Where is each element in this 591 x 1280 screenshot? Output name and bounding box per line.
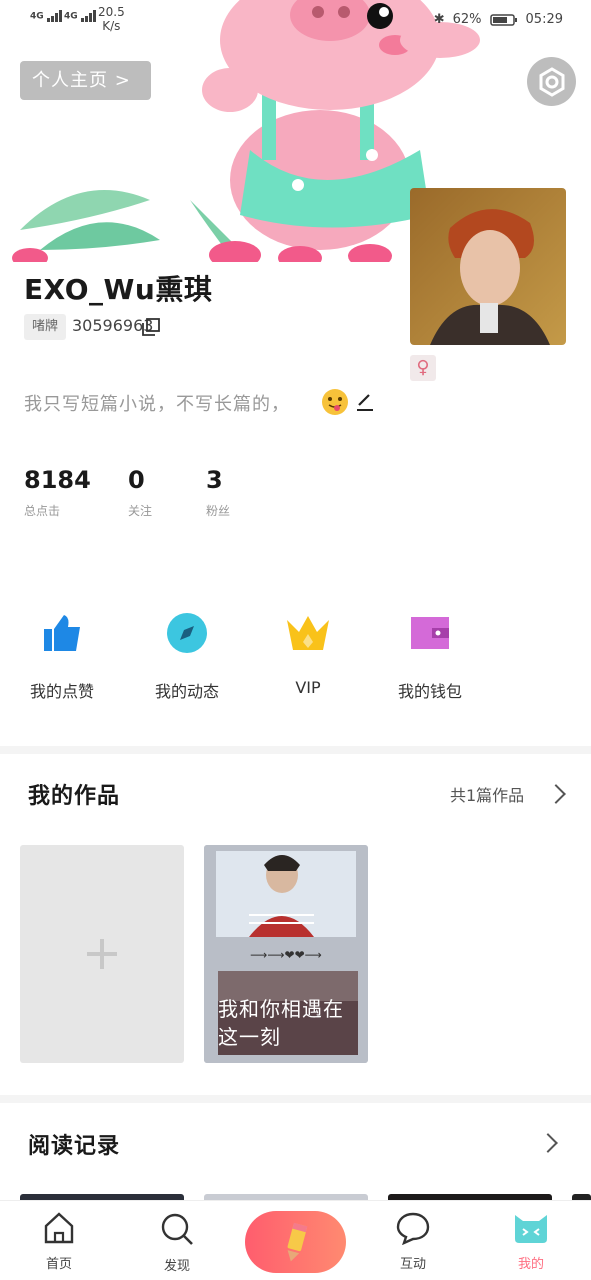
tab-interaction[interactable]: 互动: [378, 1211, 448, 1272]
edit-icon[interactable]: [356, 392, 374, 412]
compass-icon: [167, 613, 207, 653]
stat-value: 3: [206, 466, 223, 494]
reading-section-title: 阅读记录: [28, 1134, 121, 1159]
tab-label: 互动: [399, 1257, 426, 1272]
tab-label: 发现: [163, 1259, 190, 1274]
stat-label: 粉丝: [206, 504, 231, 518]
tongue-emoji-icon: [322, 389, 348, 415]
shortcut-vip[interactable]: VIP: [263, 610, 353, 697]
tab-discover[interactable]: 发现: [142, 1211, 212, 1274]
shortcut-my-activity[interactable]: 我的动态: [142, 610, 232, 702]
tab-home[interactable]: 首页: [24, 1211, 94, 1272]
search-icon: [161, 1213, 193, 1245]
works-count-link[interactable]: 共1篇作品: [450, 782, 524, 806]
shortcut-label: VIP: [295, 678, 321, 697]
user-tag: 啫牌: [24, 314, 66, 340]
home-icon: [44, 1212, 74, 1244]
stat-label: 总点击: [24, 504, 61, 518]
shortcut-my-wallet[interactable]: 我的钱包: [385, 610, 475, 702]
tab-label: 首页: [45, 1257, 72, 1272]
settings-button[interactable]: [527, 57, 576, 106]
section-divider: [0, 1095, 591, 1103]
bio-text: 我只写短篇小说，不写长篇的，: [24, 394, 290, 415]
signal-icon-2: 4G: [64, 10, 97, 22]
stat-total-clicks[interactable]: 8184 总点击: [24, 466, 91, 519]
stat-value: 8184: [24, 466, 91, 494]
cat-face-icon: [515, 1215, 547, 1243]
crown-icon: [287, 616, 329, 650]
shortcut-label: 我的钱包: [397, 682, 462, 701]
speed-unit: K/s: [102, 19, 121, 33]
stat-label: 关注: [128, 504, 153, 518]
pencil-icon: [287, 1222, 307, 1262]
bluetooth-icon: ✱: [433, 12, 445, 27]
section-divider: [0, 746, 591, 754]
signal-icon: 4G: [30, 10, 63, 22]
works-section-title: 我的作品: [28, 784, 121, 809]
chevron-right-icon[interactable]: [538, 1133, 558, 1153]
personal-homepage-button[interactable]: 个人主页 >: [20, 61, 151, 100]
speed-value: 20.5: [98, 5, 125, 19]
chevron-right-icon[interactable]: [546, 784, 566, 804]
chat-bubble-icon: [396, 1212, 430, 1246]
add-work-button[interactable]: [20, 845, 184, 1063]
copy-icon[interactable]: [142, 318, 160, 336]
battery-icon: [489, 13, 517, 26]
profile-page: 4G 4G 20.5 K/s ✱ 62% 05:29 个人主页 > EXO_Wu…: [0, 0, 591, 1280]
username: EXO_Wu熏琪: [24, 273, 213, 306]
status-right: ✱ 62% 05:29: [434, 12, 563, 27]
shortcut-label: 我的点赞: [29, 682, 94, 701]
work-card[interactable]: ⟶⟶❤❤⟶ 我和你相遇在这一刻: [204, 845, 368, 1063]
gender-badge: ♀: [410, 355, 436, 381]
write-button[interactable]: [245, 1211, 346, 1273]
bottom-tab-bar: 首页 发现 互动 我的: [0, 1200, 591, 1280]
network-speed: 20.5 K/s: [98, 5, 125, 33]
tab-mine[interactable]: 我的: [496, 1211, 566, 1272]
signal-label-2: 4G: [64, 11, 78, 22]
work-title: 我和你相遇在这一刻: [218, 997, 344, 1049]
stat-following[interactable]: 0 关注: [128, 466, 152, 519]
battery-percent: 62%: [452, 12, 482, 27]
avatar-photo: [410, 188, 566, 345]
wallet-icon: [411, 617, 449, 649]
signal-label-1: 4G: [30, 11, 44, 22]
avatar[interactable]: [410, 188, 566, 345]
status-bar: 4G 4G 20.5 K/s ✱ 62% 05:29: [0, 0, 591, 40]
plus-icon: [87, 939, 117, 969]
clock: 05:29: [525, 12, 563, 27]
svg-text:⟶⟶❤❤⟶: ⟶⟶❤❤⟶: [250, 948, 322, 962]
stat-value: 0: [128, 466, 145, 494]
shortcut-label: 我的动态: [154, 682, 219, 701]
shortcut-my-likes[interactable]: 我的点赞: [17, 610, 107, 702]
thumbs-up-icon: [44, 615, 80, 651]
gear-icon: [539, 66, 564, 97]
tab-label: 我的: [517, 1257, 544, 1272]
stat-fans[interactable]: 3 粉丝: [206, 466, 230, 519]
